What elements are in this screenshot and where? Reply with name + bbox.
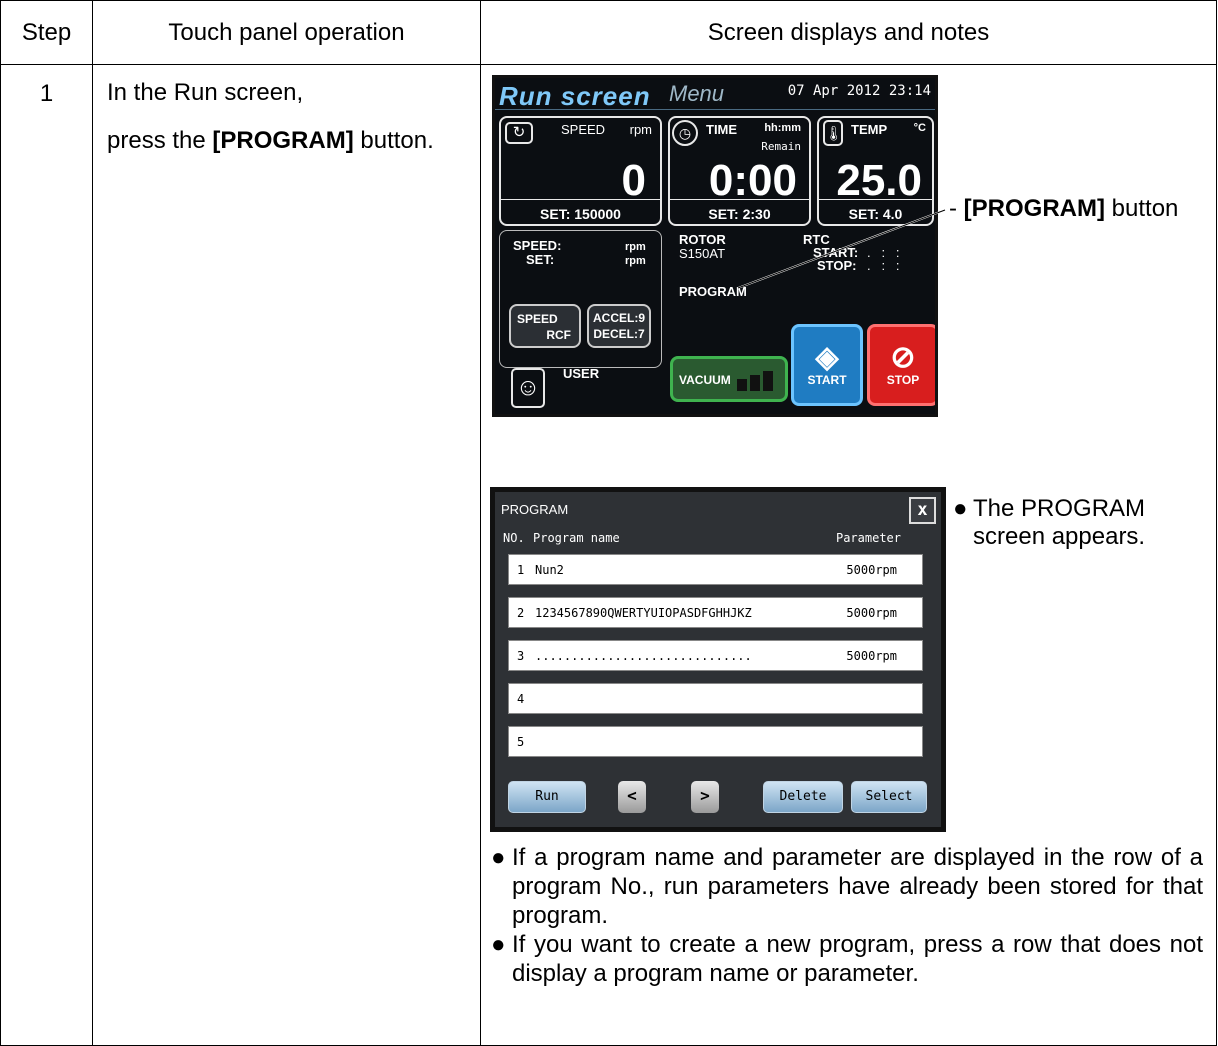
row-no: 2 (517, 606, 525, 620)
note-item: ● If you want to create a new program, pr… (491, 930, 1203, 988)
row-name: .............................. (535, 649, 752, 663)
row-no: 4 (517, 692, 525, 706)
notes-content: Run screen Menu 07 Apr 2012 23:14 ↻ SPEE… (481, 65, 1216, 1045)
operation-text: In the Run screen, press the [PROGRAM] b… (93, 65, 480, 165)
instruction-table: Step Touch panel operation Screen displa… (0, 0, 1217, 1046)
row-param: 5000rpm (846, 606, 897, 620)
note-item: ● If a program name and parameter are dis… (491, 843, 1203, 930)
note-text: If you want to create a new program, pre… (512, 931, 1203, 987)
step-cell: 1 (0, 64, 93, 1046)
select-button[interactable]: Select (851, 781, 927, 813)
note-text: If a program name and parameter are disp… (512, 844, 1203, 929)
operation-line-2-pre: press the (107, 127, 213, 154)
operation-line-2: press the [PROGRAM] button. (107, 117, 480, 165)
program-note-line-2: screen appears. (973, 523, 1146, 550)
header-notes: Screen displays and notes (480, 0, 1217, 65)
close-icon[interactable]: x (909, 497, 936, 524)
notes-cell: Run screen Menu 07 Apr 2012 23:14 ↻ SPEE… (480, 64, 1217, 1046)
program-row-3[interactable]: 3 .............................. 5000rpm (508, 640, 923, 671)
step-number: 1 (39, 80, 54, 107)
notes-list: ● If a program name and parameter are dis… (491, 843, 1203, 988)
operation-line-1: In the Run screen, (107, 79, 304, 106)
program-row-5[interactable]: 5 (508, 726, 923, 757)
callout-text: button (1105, 195, 1179, 222)
program-title: PROGRAM (501, 502, 569, 517)
program-note-text-1: The PROGRAM (973, 495, 1146, 522)
row-name: Nun2 (535, 563, 564, 577)
col-parameter: Parameter (835, 531, 901, 545)
bullet: ● (953, 495, 968, 522)
next-button[interactable]: > (691, 781, 719, 813)
prev-button[interactable]: < (618, 781, 646, 813)
row-no: 3 (517, 649, 525, 663)
bullet: ● (491, 844, 506, 871)
delete-button[interactable]: Delete (763, 781, 843, 813)
row-param: 5000rpm (846, 649, 897, 663)
program-button-ref: [PROGRAM] (212, 127, 354, 154)
program-button-callout: - [PROGRAM] button (949, 195, 1179, 222)
row-no: 1 (517, 563, 525, 577)
program-row-2[interactable]: 2 1234567890QWERTYUIOPASDFGHHJKZ 5000rpm (508, 597, 923, 628)
col-program-name: Program name (533, 531, 620, 545)
header-row: Step Touch panel operation Screen displa… (0, 0, 1217, 65)
program-note-line-1: ● The PROGRAM (953, 495, 1183, 523)
program-screen-note: ● The PROGRAM screen appears. (953, 495, 1183, 551)
row-param: 5000rpm (846, 563, 897, 577)
run-button[interactable]: Run (508, 781, 586, 813)
operation-cell: In the Run screen, press the [PROGRAM] b… (92, 64, 481, 1046)
header-operation: Touch panel operation (92, 0, 481, 65)
step-row: 1 In the Run screen, press the [PROGRAM]… (0, 64, 1217, 1046)
program-row-1[interactable]: 1 Nun2 5000rpm (508, 554, 923, 585)
callout-bold: [PROGRAM] (963, 195, 1105, 222)
row-no: 5 (517, 735, 525, 749)
program-screen: PROGRAM x NO. Program name Parameter 1 N… (490, 487, 946, 832)
program-row-4[interactable]: 4 (508, 683, 923, 714)
operation-line-2-post: button. (353, 127, 434, 154)
col-no: NO. (503, 531, 525, 545)
header-step: Step (0, 0, 93, 65)
bullet: ● (491, 931, 506, 958)
row-name: 1234567890QWERTYUIOPASDFGHHJKZ (535, 606, 752, 620)
